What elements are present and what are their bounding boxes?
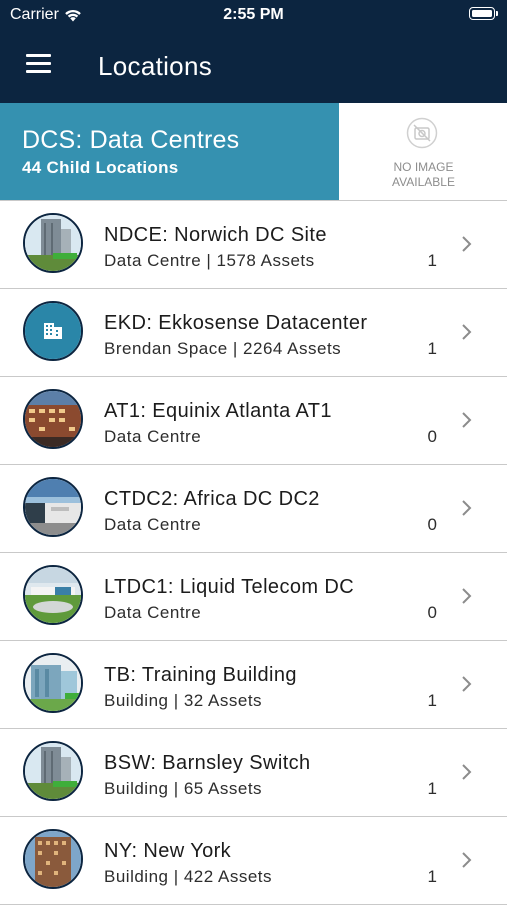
location-details: Brendan Space | 2264 Assets bbox=[104, 339, 342, 358]
location-thumbnail bbox=[23, 477, 83, 537]
building-icon bbox=[25, 303, 81, 359]
location-thumbnail bbox=[23, 829, 83, 889]
location-count: 1 bbox=[427, 691, 437, 710]
location-name: LTDC1: Liquid Telecom DC bbox=[104, 576, 355, 598]
page-title: Locations bbox=[98, 51, 212, 81]
location-name: BSW: Barnsley Switch bbox=[104, 752, 311, 774]
location-thumbnail bbox=[23, 653, 83, 713]
parent-location-image-placeholder: NO IMAGE AVAILABLE bbox=[340, 103, 507, 200]
location-thumbnail bbox=[23, 301, 83, 361]
chevron-right-icon bbox=[462, 852, 472, 868]
location-thumbnail bbox=[23, 213, 83, 273]
location-row[interactable]: BSW: Barnsley Switch Building | 65 Asset… bbox=[0, 729, 507, 817]
location-count: 1 bbox=[427, 339, 437, 358]
location-thumbnail bbox=[23, 741, 83, 801]
chevron-right-icon bbox=[462, 676, 472, 692]
location-name: EKD: Ekkosense Datacenter bbox=[104, 312, 368, 334]
location-name: NY: New York bbox=[104, 840, 232, 862]
location-name: NDCE: Norwich DC Site bbox=[104, 224, 327, 246]
no-image-label: NO IMAGE AVAILABLE bbox=[340, 160, 507, 190]
location-thumbnail bbox=[23, 389, 83, 449]
location-row[interactable]: AT1: Equinix Atlanta AT1 Data Centre 0 bbox=[0, 377, 507, 465]
status-bar: Carrier 2:55 PM bbox=[0, 0, 507, 30]
chevron-right-icon bbox=[462, 324, 472, 340]
location-count: 0 bbox=[427, 515, 437, 534]
chevron-right-icon bbox=[462, 500, 472, 516]
location-row[interactable]: LTDC1: Liquid Telecom DC Data Centre 0 bbox=[0, 553, 507, 641]
battery-tip bbox=[496, 11, 498, 16]
hamburger-menu-icon[interactable] bbox=[26, 54, 52, 76]
location-count: 1 bbox=[427, 779, 437, 798]
chevron-right-icon bbox=[462, 412, 472, 428]
location-details: Building | 32 Assets bbox=[104, 691, 263, 710]
location-row[interactable]: NY: New York Building | 422 Assets 1 bbox=[0, 817, 507, 905]
chevron-right-icon bbox=[462, 236, 472, 252]
location-count: 0 bbox=[427, 427, 437, 446]
chevron-right-icon bbox=[462, 588, 472, 604]
location-details: Data Centre bbox=[104, 427, 202, 446]
no-image-line-2: AVAILABLE bbox=[392, 175, 455, 189]
location-name: AT1: Equinix Atlanta AT1 bbox=[104, 400, 332, 422]
location-row[interactable]: CTDC2: Africa DC DC2 Data Centre 0 bbox=[0, 465, 507, 553]
location-details: Data Centre bbox=[104, 603, 202, 622]
navigation-bar: Locations bbox=[0, 30, 507, 103]
parent-location-title: DCS: Data Centres bbox=[22, 126, 240, 154]
location-details: Building | 65 Assets bbox=[104, 779, 263, 798]
location-row[interactable]: NDCE: Norwich DC Site Data Centre | 1578… bbox=[0, 201, 507, 289]
location-count: 0 bbox=[427, 603, 437, 622]
location-count: 1 bbox=[427, 867, 437, 886]
location-details: Data Centre | 1578 Assets bbox=[104, 251, 315, 270]
chevron-right-icon bbox=[462, 764, 472, 780]
child-location-count: 44 Child Locations bbox=[22, 158, 179, 177]
location-name: TB: Training Building bbox=[104, 664, 297, 686]
parent-location-card[interactable]: DCS: Data Centres 44 Child Locations NO … bbox=[0, 103, 507, 201]
location-row[interactable]: TB: Training Building Building | 32 Asse… bbox=[0, 641, 507, 729]
location-thumbnail bbox=[23, 565, 83, 625]
location-name: CTDC2: Africa DC DC2 bbox=[104, 488, 320, 510]
location-details: Building | 422 Assets bbox=[104, 867, 273, 886]
location-row[interactable]: EKD: Ekkosense Datacenter Brendan Space … bbox=[0, 289, 507, 377]
parent-location-info[interactable]: DCS: Data Centres 44 Child Locations bbox=[0, 103, 339, 200]
clock: 2:55 PM bbox=[223, 6, 284, 23]
location-details: Data Centre bbox=[104, 515, 202, 534]
no-image-line-1: NO IMAGE bbox=[393, 160, 454, 174]
location-list: NDCE: Norwich DC Site Data Centre | 1578… bbox=[0, 201, 507, 905]
no-image-icon bbox=[406, 117, 438, 149]
battery-icon bbox=[469, 7, 495, 20]
location-count: 1 bbox=[427, 251, 437, 270]
